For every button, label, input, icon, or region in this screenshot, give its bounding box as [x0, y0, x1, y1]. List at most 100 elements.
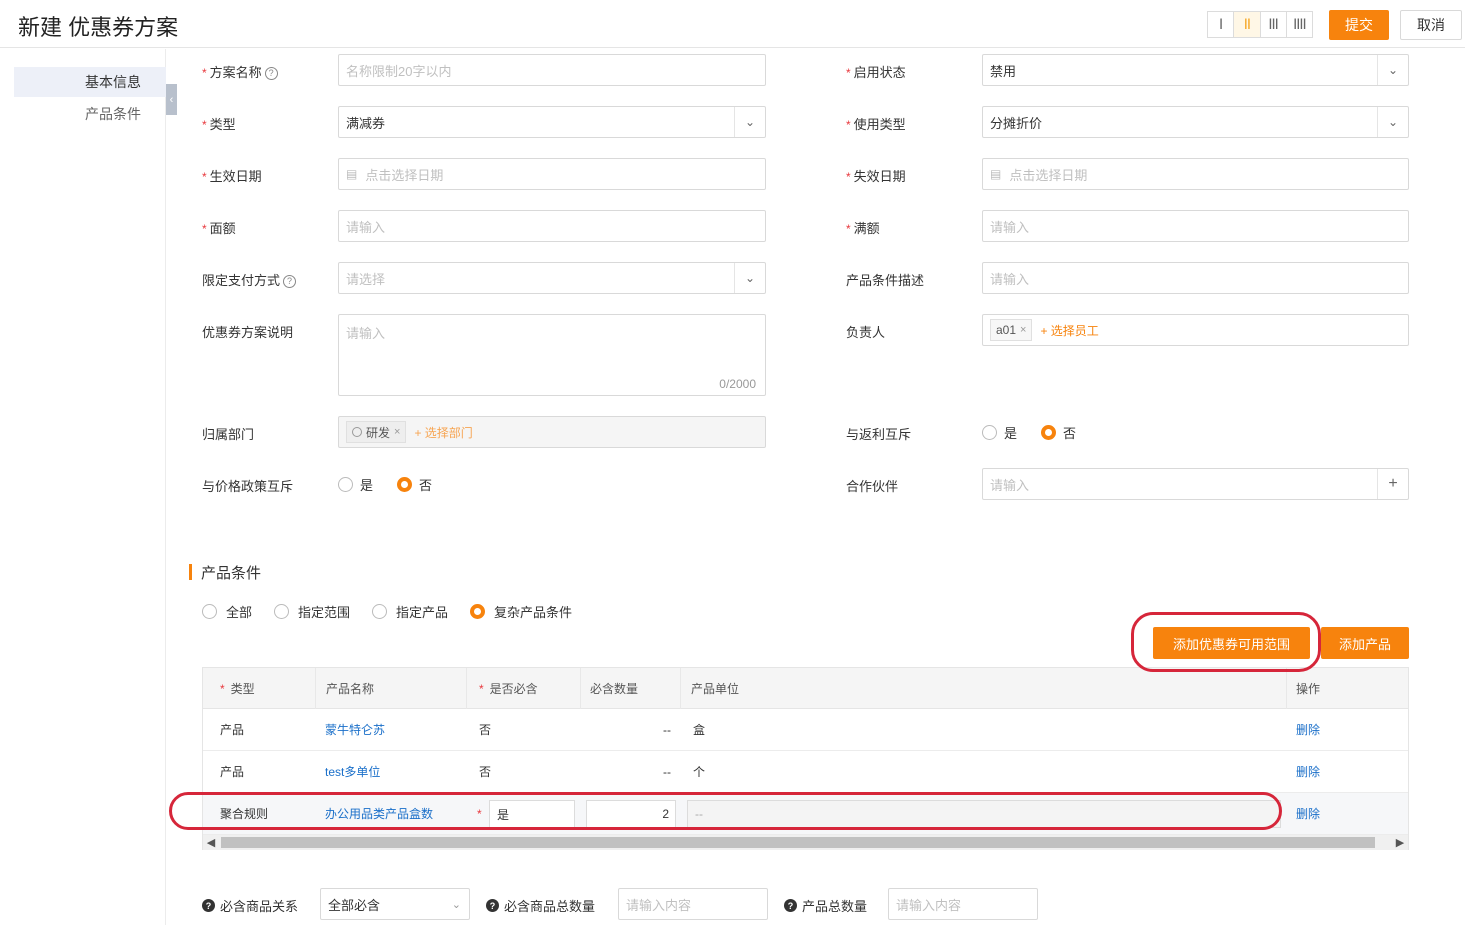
effective-date-label: * 生效日期 [202, 169, 262, 184]
threshold-label: * 满额 [846, 221, 880, 236]
price-policy-exclusive-label: 与价格政策互斥 [202, 479, 294, 494]
horizontal-scrollbar[interactable]: ◀ ▶ [203, 835, 1408, 850]
chevron-left-icon[interactable]: ‹ [166, 84, 177, 115]
radio-all[interactable] [202, 604, 217, 619]
help-icon[interactable]: ? [264, 67, 278, 80]
product-name-link[interactable]: test多单位 [313, 751, 380, 792]
department-label: 归属部门 [202, 427, 255, 442]
delete-link[interactable]: 删除 [1284, 793, 1320, 834]
question-icon[interactable]: ? [202, 899, 215, 912]
type-select[interactable]: 满减券 ⌄ [338, 106, 766, 138]
product-desc-input[interactable]: 请输入 [982, 262, 1409, 294]
type-label: * 类型 [202, 117, 236, 132]
relation-label: ? 必含商品关系 [202, 896, 298, 915]
scheme-desc-label: 优惠券方案说明 [202, 325, 294, 340]
scheme-name-label: * 方案名称? [202, 62, 278, 81]
char-counter: 0/2000 [719, 377, 756, 391]
enable-status-select[interactable]: 禁用 ⌄ [982, 54, 1409, 86]
radio-yes[interactable] [982, 425, 997, 440]
usage-type-label: * 使用类型 [846, 117, 906, 132]
total-required-label: ? 必含商品总数量 [486, 896, 595, 915]
select-employee-link[interactable]: + 选择员工 [1040, 322, 1098, 339]
usage-type-select[interactable]: 分摊折价 ⌄ [982, 106, 1409, 138]
table-header: * 类型 产品名称 * 是否必含 必含数量 产品单位 操作 [203, 668, 1408, 709]
chevron-down-icon[interactable]: ⌄ [734, 107, 765, 137]
cell-type: 产品 [220, 723, 245, 737]
plus-icon[interactable]: + [1377, 469, 1408, 499]
department-field[interactable]: 研发 × + 选择部门 [338, 416, 766, 448]
page-header: 新建 优惠券方案 I II III IIII 提交 取消 [0, 0, 1465, 48]
page-title: 新建 优惠券方案 [18, 15, 179, 40]
partner-input[interactable]: 请输入 + [982, 468, 1409, 500]
question-icon[interactable]: ? [784, 899, 797, 912]
owner-label: 负责人 [846, 325, 886, 340]
total-products-input[interactable]: 请输入内容 [888, 888, 1038, 920]
payment-method-select[interactable]: 请选择 ⌄ [338, 262, 766, 294]
delete-link[interactable]: 删除 [1284, 751, 1320, 792]
product-scope-radio-group: 全部 指定范围 指定产品 复杂产品条件 [202, 602, 596, 621]
cell-required: 否 [479, 723, 492, 737]
owner-tag: a01 × [990, 319, 1033, 341]
radio-no[interactable] [397, 477, 413, 492]
price-policy-radio-group: 是 否 [338, 475, 456, 494]
scroll-right-icon[interactable]: ▶ [1392, 835, 1408, 850]
close-icon[interactable]: × [394, 426, 400, 438]
help-icon[interactable]: ? [283, 275, 297, 288]
column-header-actions: 操作 [1296, 682, 1321, 696]
submit-button[interactable]: 提交 [1329, 10, 1389, 40]
layout-4-column-button[interactable]: IIII [1287, 12, 1312, 37]
scroll-thumb[interactable] [221, 837, 1375, 848]
chevron-down-icon[interactable]: ⌄ [1377, 55, 1408, 85]
table-row: 产品 蒙牛特仑苏 否 -- 盒 删除 [203, 709, 1408, 751]
chevron-down-icon: ⌄ [451, 898, 461, 911]
layout-column-switcher: I II III IIII [1207, 11, 1313, 38]
circle-icon [352, 427, 362, 437]
cancel-button[interactable]: 取消 [1400, 10, 1462, 40]
calendar-icon: ▤ [346, 167, 358, 181]
enable-status-label: * 启用状态 [846, 65, 906, 80]
sidebar: 基本信息 产品条件 [0, 49, 166, 925]
face-value-input[interactable]: 请输入 [338, 210, 766, 242]
effective-date-picker[interactable]: ▤ 点击选择日期 [338, 158, 766, 190]
owner-field[interactable]: a01 × + 选择员工 [982, 314, 1409, 346]
radio-specified-product[interactable] [372, 604, 388, 619]
cell-qty: -- [663, 722, 671, 737]
scheme-desc-textarea[interactable]: 请输入 0/2000 [338, 314, 766, 396]
payment-method-label: 限定支付方式? [202, 270, 297, 289]
layout-3-column-button[interactable]: III [1261, 12, 1287, 37]
scheme-name-input[interactable]: 名称限制20字以内 [338, 54, 766, 86]
radio-specified-range[interactable] [274, 604, 290, 619]
sidebar-item-product-conditions[interactable]: 产品条件 [14, 99, 166, 129]
chevron-down-icon[interactable]: ⌄ [1377, 107, 1408, 137]
table-row: 产品 test多单位 否 -- 个 删除 [203, 751, 1408, 793]
radio-yes[interactable] [338, 477, 353, 492]
sidebar-item-basic-info[interactable]: 基本信息 [14, 67, 166, 97]
total-products-label: ? 产品总数量 [784, 896, 867, 915]
radio-no[interactable] [1041, 425, 1057, 440]
chevron-down-icon[interactable]: ⌄ [734, 263, 765, 293]
delete-link[interactable]: 删除 [1284, 709, 1320, 750]
product-desc-label: 产品条件描述 [846, 273, 925, 288]
product-name-link[interactable]: 蒙牛特仑苏 [313, 709, 385, 750]
relation-select[interactable]: 全部必含 ⌄ [320, 888, 470, 920]
rebate-exclusive-radio-group: 是 否 [982, 423, 1100, 442]
add-product-button[interactable]: 添加产品 [1321, 627, 1409, 659]
close-icon[interactable]: × [1020, 324, 1026, 336]
scroll-left-icon[interactable]: ◀ [203, 835, 219, 850]
select-department-link[interactable]: + 选择部门 [414, 424, 472, 441]
column-header-type: * 类型 [203, 668, 316, 709]
expiry-date-picker[interactable]: ▤ 点击选择日期 [982, 158, 1409, 190]
column-header-required-qty: 必含数量 [581, 668, 681, 709]
face-value-label: * 面额 [202, 221, 236, 236]
threshold-input[interactable]: 请输入 [982, 210, 1409, 242]
layout-2-column-button[interactable]: II [1234, 12, 1261, 37]
section-accent-bar [189, 564, 192, 580]
radio-complex-condition[interactable] [470, 604, 486, 619]
expiry-date-label: * 失效日期 [846, 169, 906, 184]
question-icon[interactable]: ? [486, 899, 499, 912]
column-header-required: * 是否必含 [467, 668, 581, 709]
cell-type: 产品 [220, 765, 245, 779]
total-required-input[interactable]: 请输入内容 [618, 888, 768, 920]
highlight-annotation [169, 792, 1282, 830]
layout-1-column-button[interactable]: I [1208, 12, 1235, 37]
